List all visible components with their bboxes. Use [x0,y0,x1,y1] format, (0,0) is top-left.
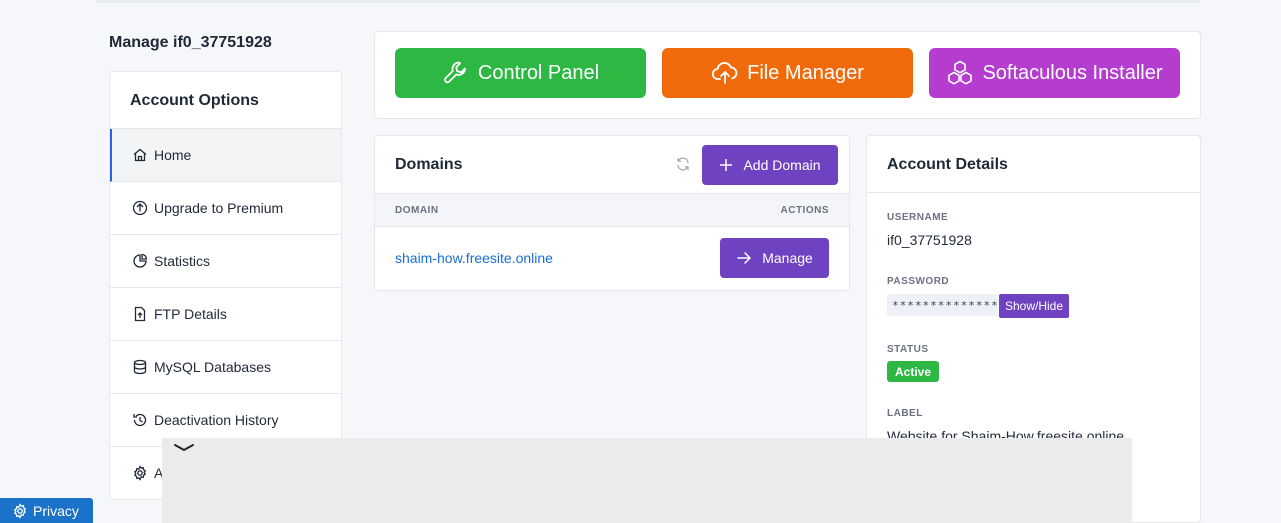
database-icon [132,359,148,375]
arrow-up-circle-icon [132,200,148,216]
password-label: PASSWORD [887,276,950,287]
privacy-label: Privacy [33,502,79,519]
status-label: STATUS [887,344,929,355]
manage-label: Manage [762,250,813,266]
sidebar-item-upgrade[interactable]: Upgrade to Premium [110,182,341,235]
control-panel-label: Control Panel [477,61,600,84]
page-title: Manage if0_37751928 [109,34,272,51]
file-upload-icon [132,306,148,322]
sidebar-item-label: FTP Details [154,306,227,322]
domains-card: Domains Add Domain DOMAIN ACTIONS shaim-… [374,135,850,291]
column-header-domain: DOMAIN [395,205,439,216]
gear-icon [13,502,27,519]
add-domain-button[interactable]: Add Domain [702,145,838,185]
boxes-icon [948,60,973,85]
overlay-panel [162,438,1132,523]
control-panel-button[interactable]: Control Panel [395,48,646,98]
domain-link[interactable]: shaim-how.freesite.online [395,250,553,266]
account-details-title: Account Details [867,136,1200,193]
softaculous-label: Softaculous Installer [982,61,1163,84]
wrench-icon [444,61,466,84]
softaculous-installer-button[interactable]: Softaculous Installer [929,48,1180,98]
refresh-icon [677,157,689,171]
privacy-button[interactable]: Privacy [0,498,93,523]
plus-icon [720,159,733,171]
file-manager-button[interactable]: File Manager [662,48,913,98]
arrow-right-icon [737,252,751,264]
cloud-upload-icon [712,62,738,84]
top-strip [96,0,1200,3]
label-label: LABEL [887,408,923,419]
column-header-actions: ACTIONS [780,205,829,216]
domains-title: Domains [395,156,463,173]
account-options-sidebar: Account Options Home Upgrade to Premium … [109,71,342,500]
history-icon [132,412,148,428]
sidebar-item-ftp-details[interactable]: FTP Details [110,288,341,341]
home-icon [132,147,148,163]
manage-domain-button[interactable]: Manage [720,238,829,278]
sidebar-item-mysql-databases[interactable]: MySQL Databases [110,341,341,394]
username-value: if0_37751928 [887,232,972,248]
domains-table-header: DOMAIN ACTIONS [375,193,849,227]
sidebar-item-label: Upgrade to Premium [154,200,284,216]
chevron-down-icon[interactable] [172,440,196,456]
refresh-button[interactable] [669,148,697,180]
sidebar-item-statistics[interactable]: Statistics [110,235,341,288]
pie-chart-icon [132,253,148,269]
quick-actions-card: Control Panel File Manager Softaculous I… [374,31,1201,119]
sidebar-item-label: Statistics [154,253,211,269]
sidebar-item-label: Deactivation History [154,412,279,428]
username-label: USERNAME [887,212,949,223]
file-manager-label: File Manager [747,61,864,84]
add-domain-label: Add Domain [743,157,821,173]
sidebar-title: Account Options [110,72,341,129]
status-badge: Active [887,361,939,382]
gear-icon [132,465,148,481]
sidebar-item-label: Home [154,147,192,163]
password-masked-value: ************** [887,294,998,316]
sidebar-item-home[interactable]: Home [110,129,341,182]
show-hide-password-button[interactable]: Show/Hide [999,294,1069,318]
sidebar-item-label: MySQL Databases [154,359,271,375]
